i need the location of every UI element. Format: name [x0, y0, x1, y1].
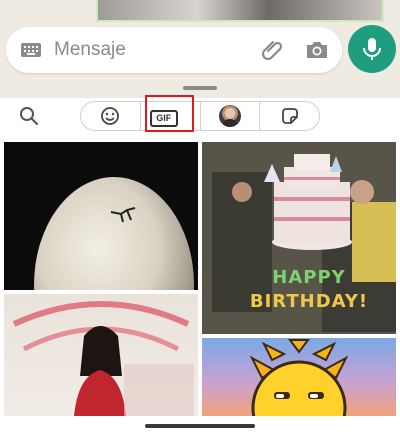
system-navigation-bar	[0, 416, 400, 440]
camera-icon[interactable]	[304, 38, 330, 62]
microphone-icon	[363, 38, 381, 60]
microphone-button[interactable]	[348, 25, 396, 73]
home-indicator[interactable]	[145, 424, 255, 428]
message-input[interactable]	[54, 37, 254, 63]
message-composer	[6, 27, 342, 73]
tab-emoji[interactable]	[81, 102, 140, 130]
gif-woman[interactable]	[4, 294, 198, 416]
birthday-caption-line2: BIRTHDAY!	[249, 291, 369, 312]
chat-background	[0, 0, 400, 98]
sun-scene	[249, 339, 349, 416]
gif-birthday[interactable]: HAPPY BIRTHDAY!	[202, 142, 396, 334]
gif-sun[interactable]	[202, 338, 396, 416]
egg-shape	[34, 177, 194, 290]
gif-egg[interactable]	[4, 142, 198, 290]
birthday-caption-line1: HAPPY	[272, 267, 346, 288]
paperclip-icon[interactable]	[260, 37, 286, 63]
tab-avatar[interactable]	[199, 102, 260, 130]
sticker-icon	[281, 108, 298, 124]
gif-tab-highlight	[145, 95, 194, 132]
panel-tab-bar: GIF	[80, 101, 320, 131]
tab-stickers[interactable]	[259, 102, 319, 130]
search-icon[interactable]	[18, 105, 40, 127]
keyboard-icon[interactable]	[20, 40, 42, 60]
birthday-caption: HAPPY BIRTHDAY!	[234, 266, 384, 314]
chat-image-preview[interactable]	[96, 0, 384, 22]
avatar-icon	[218, 105, 241, 127]
smiley-icon	[101, 107, 120, 125]
panel-drag-handle[interactable]	[183, 86, 217, 90]
woman-scene	[12, 301, 194, 416]
figure-silhouette	[110, 207, 136, 223]
